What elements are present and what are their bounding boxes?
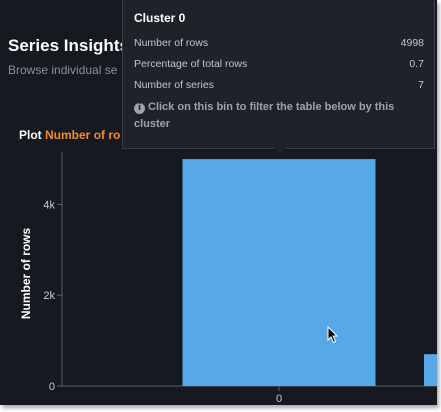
tooltip-title: Cluster 0 [134, 11, 186, 25]
y-tick-label: 0 [49, 381, 55, 393]
bar-cluster-1[interactable] [424, 354, 437, 386]
tooltip-row-series: Number of series 7 [134, 79, 424, 91]
tooltip-row-label: Number of rows [134, 37, 209, 49]
tooltip-row-value: 7 [418, 79, 424, 91]
cluster-tooltip: Cluster 0 Number of rows 4998 Percentage… [122, 0, 435, 154]
y-axis-label: Number of rows [19, 228, 33, 320]
tooltip-row-label: Number of series [134, 79, 214, 91]
bar-cluster-0[interactable] [182, 159, 376, 386]
tooltip-row-label: Percentage of total rows [134, 58, 248, 70]
x-tick-label: 0 [276, 393, 282, 405]
tooltip-hint-text: Click on this bin to filter the table be… [134, 101, 395, 130]
tooltip-row-value: 4998 [400, 37, 424, 49]
info-icon: i [134, 103, 145, 114]
y-tick-label: 2k [43, 290, 55, 302]
mouse-cursor-icon [327, 326, 339, 344]
tooltip-row-rows: Number of rows 4998 [134, 37, 424, 49]
y-tick-label: 4k [43, 199, 55, 211]
tooltip-row-percentage: Percentage of total rows 0.7 [134, 58, 424, 70]
series-insights-panel: Series Insights Browse individual se Plo… [0, 0, 437, 405]
tooltip-hint: i Click on this bin to filter the table b… [134, 99, 424, 133]
tooltip-row-value: 0.7 [409, 58, 424, 70]
tooltip-caret [274, 148, 286, 154]
